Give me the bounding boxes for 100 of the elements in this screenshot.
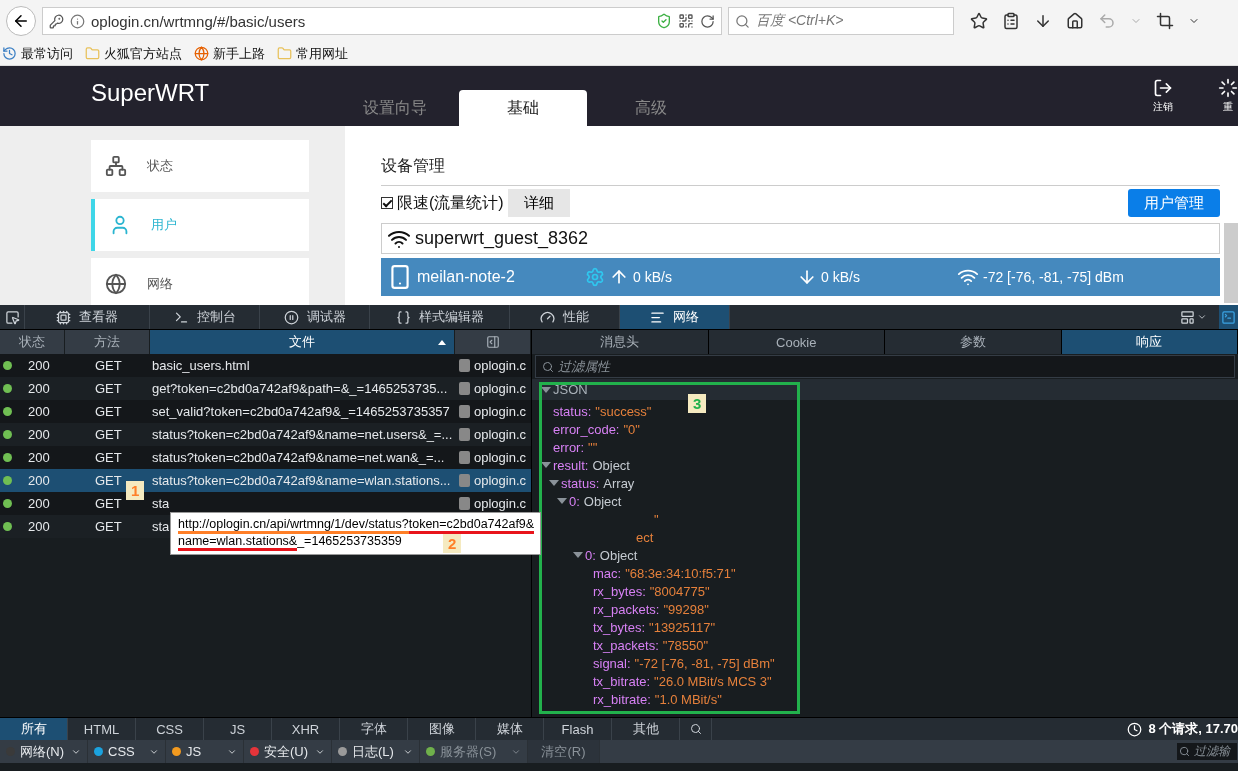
domain-text: oplogin.c bbox=[474, 404, 527, 419]
file-text: status?token=c2bd0a742af9&name=wlan.stations... bbox=[152, 473, 451, 488]
clock-icon bbox=[1127, 721, 1143, 737]
info-icon bbox=[70, 13, 85, 29]
status-dot bbox=[3, 384, 12, 393]
request-row[interactable]: 200 GET get?token=c2bd0a742af9&path=&_=1465253735... oplogin.c bbox=[0, 377, 531, 400]
bookmark[interactable]: 火狐官方站点 bbox=[85, 44, 182, 63]
expand-arrow-icon[interactable] bbox=[557, 498, 567, 504]
nav-tab[interactable]: 设置向导 bbox=[331, 90, 459, 126]
json-entry: tx_bitrate: "26.0 MBit/s MCS 3" bbox=[593, 673, 772, 689]
logout-button[interactable]: 注销 bbox=[1153, 78, 1173, 114]
key-icon bbox=[49, 13, 64, 29]
gauge-icon bbox=[540, 309, 555, 325]
qr-code-icon bbox=[678, 13, 694, 29]
panel-tab[interactable]: Cookie bbox=[708, 330, 885, 354]
json-entry: error: "" bbox=[553, 439, 598, 455]
type-filter-button[interactable]: 所有 bbox=[0, 718, 68, 740]
column-header[interactable]: 文件 bbox=[150, 330, 455, 354]
lines-icon bbox=[650, 309, 665, 325]
search-field[interactable]: 百度 <Ctrl+K> bbox=[728, 7, 954, 35]
json-entry: rx_bitrate: "1.0 MBit/s" bbox=[593, 691, 722, 707]
domain-text: oplogin.c bbox=[474, 496, 527, 511]
file-text: get?token=c2bd0a742af9&path=&_=1465253735... bbox=[152, 381, 448, 396]
action-button[interactable]: 重 bbox=[1218, 78, 1238, 114]
upload-speed: 0 kB/s bbox=[633, 269, 672, 285]
clear-button[interactable]: 清空(R) bbox=[528, 740, 600, 763]
request-row[interactable]: 200 GET status?token=c2bd0a742af9&name=net.wan&_=... oplogin.c bbox=[0, 446, 531, 469]
request-row[interactable]: 200 GET set_valid?token=c2bd0a742af9&_=1465253735357 oplogin.c bbox=[0, 400, 531, 423]
file-text: sta bbox=[152, 519, 170, 534]
logout-icon bbox=[1153, 78, 1173, 98]
devtools-tab[interactable]: 控制台 bbox=[150, 305, 260, 329]
logo-text: SuperWRT bbox=[91, 79, 211, 107]
expand-arrow-icon[interactable] bbox=[549, 480, 559, 486]
json-heading: JSON bbox=[553, 382, 588, 397]
request-summary: 8 个请求, 17.70 bbox=[1148, 720, 1238, 738]
panel-tab[interactable]: 响应 bbox=[1061, 330, 1238, 354]
filter-placeholder: 过滤属性 bbox=[558, 357, 610, 376]
manage-users-button[interactable]: 用户管理 bbox=[1128, 189, 1220, 217]
domain-text: oplogin.c bbox=[474, 358, 527, 373]
domain-text: oplogin.c bbox=[474, 427, 527, 442]
status-code: 200 bbox=[28, 427, 50, 442]
json-entry: 0: Object bbox=[585, 547, 638, 563]
domain-text: oplogin.c bbox=[474, 473, 527, 488]
panel-tab[interactable]: 参数 bbox=[885, 330, 1062, 354]
bookmark[interactable]: 最常访问 bbox=[2, 44, 73, 63]
number-badge: 3 bbox=[688, 394, 707, 413]
devtools-tab[interactable]: 查看器 bbox=[25, 305, 150, 329]
json-entry: status: "success" bbox=[553, 403, 652, 419]
request-row[interactable]: 200 GET status?token=c2bd0a742af9&name=net.users&_=... oplogin.c bbox=[0, 423, 531, 446]
braces-icon bbox=[395, 309, 411, 325]
file-text: set_valid?token=c2bd0a742af9&_=1465253735357 bbox=[152, 404, 450, 419]
address-bar[interactable]: oplogin.cn/wrtmng/#/basic/users bbox=[42, 7, 722, 35]
back-button[interactable] bbox=[6, 6, 36, 36]
clock-icon bbox=[2, 46, 17, 61]
scrollbar[interactable] bbox=[1224, 223, 1238, 303]
sidebar-item[interactable]: 网络 bbox=[91, 258, 309, 305]
expand-arrow-icon[interactable] bbox=[541, 462, 551, 468]
nav-tab[interactable]: 高级 bbox=[587, 90, 715, 126]
devtools-tab[interactable]: 网络 bbox=[620, 305, 730, 329]
status-code: 200 bbox=[28, 381, 50, 396]
devtools-tab[interactable]: 调试器 bbox=[260, 305, 370, 329]
status-dot bbox=[3, 453, 12, 462]
shield-icon bbox=[656, 13, 672, 29]
sidebar-item[interactable]: 状态 bbox=[91, 140, 309, 192]
bookmark[interactable]: 常用网址 bbox=[277, 44, 348, 63]
status-dot bbox=[3, 430, 12, 439]
domain-text: oplogin.c bbox=[474, 450, 527, 465]
search-icon bbox=[735, 13, 750, 29]
status-dot bbox=[3, 499, 12, 508]
status-code: 200 bbox=[28, 404, 50, 419]
file-text: basic_users.html bbox=[152, 358, 250, 373]
star-icon bbox=[970, 12, 988, 30]
folder-icon bbox=[277, 46, 292, 61]
search-field[interactable]: 过滤输 bbox=[1176, 742, 1238, 761]
request-row[interactable]: 200 GET basic_users.html oplogin.c bbox=[0, 354, 531, 377]
home-icon bbox=[1066, 12, 1084, 30]
status-code: 200 bbox=[28, 450, 50, 465]
json-entry: error_code: "0" bbox=[553, 421, 640, 437]
expand-arrow-icon[interactable] bbox=[573, 552, 583, 558]
gear-icon bbox=[585, 267, 605, 287]
filter-field[interactable]: 过滤属性 bbox=[535, 355, 1235, 378]
sitemap-icon bbox=[105, 155, 127, 177]
reload-icon bbox=[700, 13, 715, 29]
expand-arrow-icon[interactable] bbox=[541, 386, 551, 393]
panel-tab[interactable]: 消息头 bbox=[532, 330, 709, 354]
search-placeholder: 百度 <Ctrl+K> bbox=[756, 12, 844, 30]
device-row[interactable]: meilan-note-2 0 kB/s 0 kB/s -72 [-76, -81, -75] dBm bbox=[381, 258, 1220, 296]
json-entry: mac: "68:3e:34:10:f5:71" bbox=[593, 565, 736, 581]
method-text: GET bbox=[95, 496, 122, 511]
status-dot bbox=[3, 476, 12, 485]
download-speed: 0 kB/s bbox=[821, 269, 860, 285]
bookmark[interactable]: 新手上路 bbox=[194, 44, 265, 63]
json-entry: result: Object bbox=[553, 457, 630, 473]
signal-text: -72 [-76, -81, -75] dBm bbox=[983, 269, 1124, 285]
checkbox[interactable] bbox=[381, 197, 393, 209]
status-dot bbox=[3, 361, 12, 370]
terminal-icon bbox=[173, 309, 189, 325]
devtools-tab[interactable]: 样式编辑器 bbox=[370, 305, 510, 329]
detail-button[interactable]: 详细 bbox=[507, 189, 570, 217]
nav-tab[interactable]: 基础 bbox=[459, 90, 587, 126]
